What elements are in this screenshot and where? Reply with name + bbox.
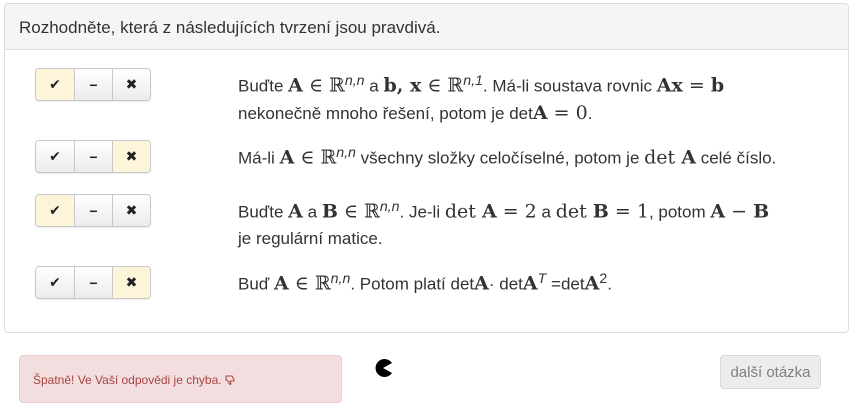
answer-button-group-1: ✔ − ✖ (35, 68, 151, 101)
true-button-4[interactable]: ✔ (36, 267, 74, 298)
statement-text-2: Má-li A ∈ ℝn,n všechny složky celočíseln… (238, 145, 777, 169)
neutral-button-2[interactable]: − (74, 141, 112, 172)
neutral-button-3[interactable]: − (74, 195, 112, 226)
false-button-4[interactable]: ✖ (112, 267, 150, 298)
feedback-alert: Špatně! Ve Vaší odpovědi je chyba. (19, 355, 342, 403)
feedback-text: Špatně! Ve Vaší odpovědi je chyba. (33, 373, 222, 387)
answer-button-group-4: ✔ − ✖ (35, 266, 151, 299)
true-button-3[interactable]: ✔ (36, 195, 74, 226)
question-title: Rozhodněte, která z následujících tvrzen… (5, 4, 848, 50)
next-question-button[interactable]: další otázka (720, 355, 821, 389)
false-button-1[interactable]: ✖ (112, 69, 150, 100)
neutral-button-1[interactable]: − (74, 69, 112, 100)
answer-button-group-2: ✔ − ✖ (35, 140, 151, 173)
statement-text-1: Buďte A ∈ ℝn,n a b, x ∈ ℝn,1. Má-li sous… (238, 73, 725, 124)
false-button-2[interactable]: ✖ (112, 141, 150, 172)
question-panel: Rozhodněte, která z následujících tvrzen… (4, 3, 849, 333)
answer-button-group-3: ✔ − ✖ (35, 194, 151, 227)
true-button-1[interactable]: ✔ (36, 69, 74, 100)
true-button-2[interactable]: ✔ (36, 141, 74, 172)
pacman-icon (373, 358, 393, 378)
statement-text-3: Buďte A a B ∈ ℝn,n. Je-li det A = 2 a de… (238, 199, 770, 248)
false-button-3[interactable]: ✖ (112, 195, 150, 226)
neutral-button-4[interactable]: − (74, 267, 112, 298)
thumbs-down-icon (225, 373, 236, 387)
statement-text-4: Buď A ∈ ℝn,n. Potom platí detA· detAT =d… (238, 271, 612, 295)
